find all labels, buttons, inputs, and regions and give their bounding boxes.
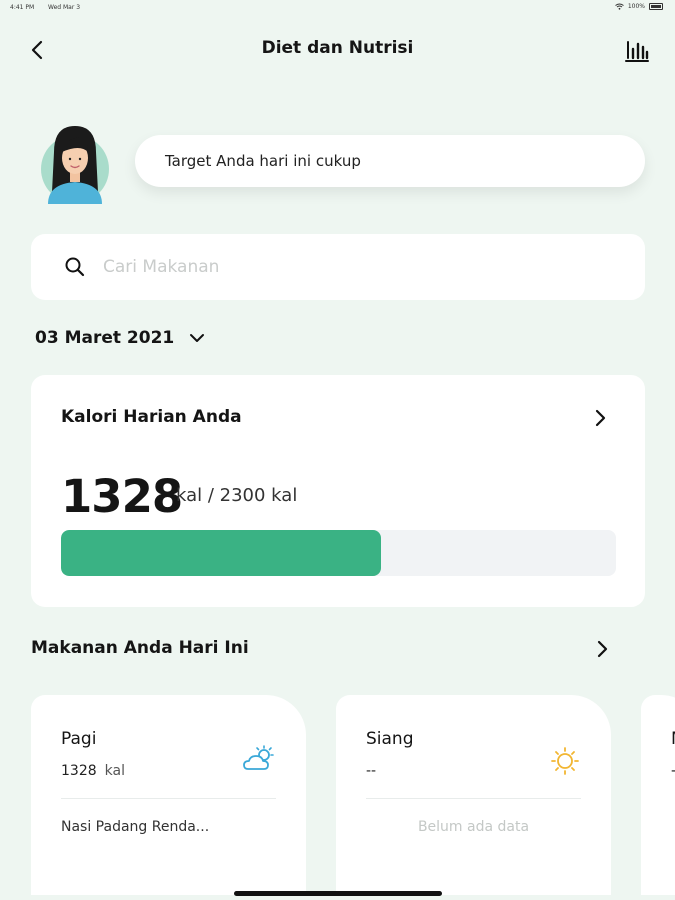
sun-icon [551, 747, 579, 775]
meal-kcal-value: 1328 [61, 763, 97, 779]
divider [61, 798, 276, 799]
calorie-progress-bar [61, 530, 616, 576]
status-bar: 4:41 PM Wed Mar 3 100% [0, 0, 675, 16]
date-selector[interactable]: 03 Maret 2021 [35, 328, 206, 348]
chevron-down-icon [190, 334, 205, 342]
search-input[interactable] [101, 256, 585, 278]
status-date: Wed Mar 3 [48, 4, 81, 11]
greeting-bubble: Target Anda hari ini cukup [135, 135, 645, 187]
meal-empty-text: Belum ada data [417, 819, 530, 835]
greeting-message: Target Anda hari ini cukup [165, 152, 361, 170]
home-indicator [234, 891, 442, 896]
chevron-right-icon[interactable] [589, 407, 611, 429]
chevron-right-icon[interactable] [591, 638, 613, 660]
calorie-progress-fill [61, 530, 382, 576]
calorie-target: kal / 2300 kal [176, 485, 298, 506]
wifi-icon [615, 3, 624, 10]
divider [366, 798, 581, 799]
status-time: 4:41 PM [10, 4, 35, 11]
header: Diet dan Nutrisi [0, 30, 675, 70]
calorie-consumed: 1328 [61, 470, 183, 523]
cloud-sun-icon [243, 745, 274, 770]
meal-card-siang[interactable]: Siang -- Belum ada data [336, 695, 611, 895]
meal-kcal: - [671, 763, 675, 779]
bar-chart-icon[interactable] [623, 36, 651, 64]
meals-section-title: Makanan Anda Hari Ini [31, 638, 249, 658]
meal-card-partial[interactable]: M - [641, 695, 675, 895]
battery-percent: 100% [627, 3, 645, 10]
meal-name: M [671, 729, 675, 749]
calorie-card-title: Kalori Harian Anda [61, 407, 242, 427]
status-right: 100% [615, 3, 663, 10]
search-box[interactable] [31, 234, 645, 300]
meal-name: Siang [366, 729, 414, 749]
meal-name: Pagi [61, 729, 97, 749]
search-icon [65, 257, 85, 277]
meal-kcal: -- [366, 763, 377, 779]
meal-food: Nasi Padang Renda... [61, 819, 210, 835]
meal-kcal-unit: kal [104, 763, 125, 779]
calorie-card[interactable]: Kalori Harian Anda 1328 kal / 2300 kal [31, 375, 645, 607]
battery-icon [649, 3, 663, 10]
meal-kcal: 1328 kal [61, 763, 125, 779]
selected-date: 03 Maret 2021 [35, 328, 175, 348]
meal-card-pagi[interactable]: Pagi 1328 kal Nasi Padang Renda... [31, 695, 306, 895]
avatar [41, 126, 109, 204]
page-title: Diet dan Nutrisi [261, 38, 414, 58]
